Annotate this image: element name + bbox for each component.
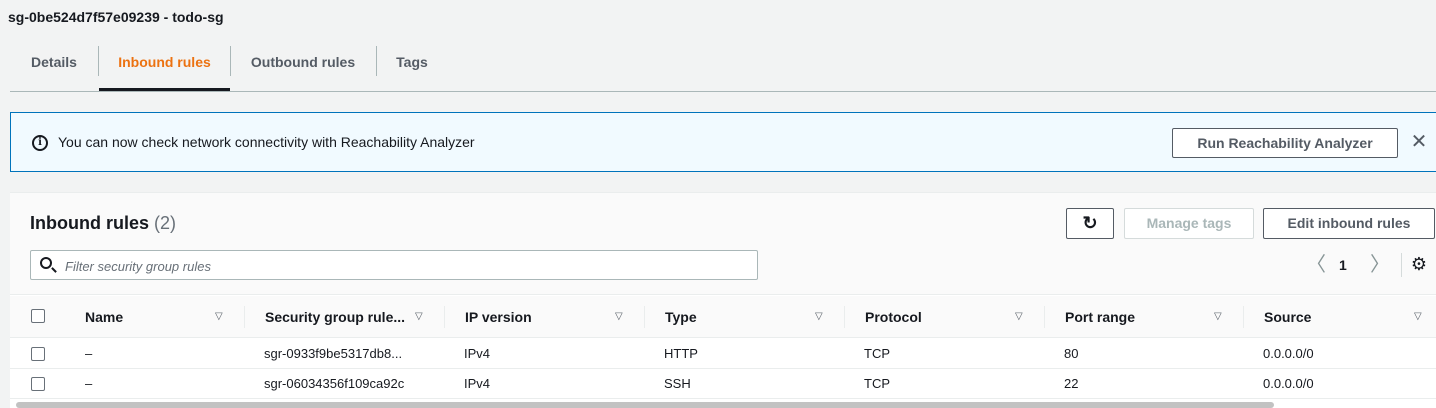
manage-tags-button[interactable]: Manage tags <box>1124 208 1254 239</box>
table-row[interactable]: – sgr-06034356f109ca92c IPv4 SSH TCP 22 … <box>10 369 1436 399</box>
column-header-ip-version[interactable]: IP version <box>465 296 532 338</box>
column-divider <box>1044 306 1045 328</box>
column-header-name[interactable]: Name <box>85 296 123 338</box>
cell-rule-id: sgr-06034356f109ca92c <box>264 376 405 391</box>
column-divider <box>644 306 645 328</box>
info-flash-banner: i You can now check network connectivity… <box>10 112 1436 172</box>
cell-ip-version: IPv4 <box>464 346 491 361</box>
cell-name: – <box>85 346 93 361</box>
refresh-button[interactable]: ↻ <box>1066 208 1114 239</box>
table-header: Name ▽ Security group rule... ▽ IP versi… <box>10 296 1436 338</box>
cell-source: 0.0.0.0/0 <box>1263 346 1314 361</box>
panel-header: Inbound rules (2) ↻ Manage tags Edit inb… <box>10 193 1436 295</box>
panel-title-text: Inbound rules <box>30 213 149 233</box>
tab-bar: Details Inbound rules Outbound rules Tag… <box>10 44 1436 92</box>
pagination-next-icon[interactable]: 〉 <box>1370 251 1390 279</box>
cell-rule-id: sgr-0933f9be5317db8... <box>264 346 403 361</box>
cell-name: – <box>85 376 93 391</box>
row-checkbox[interactable] <box>31 377 45 391</box>
sort-icon[interactable]: ▽ <box>1414 296 1422 338</box>
cell-source: 0.0.0.0/0 <box>1263 376 1314 391</box>
pager-divider <box>1401 253 1402 277</box>
column-divider <box>844 306 845 328</box>
cell-type: HTTP <box>664 346 698 361</box>
cell-ip-version: IPv4 <box>464 376 491 391</box>
column-divider <box>444 306 445 328</box>
rule-count: (2) <box>154 213 177 233</box>
sort-icon[interactable]: ▽ <box>615 296 623 338</box>
tab-tags[interactable]: Tags <box>386 44 438 91</box>
select-all-checkbox[interactable] <box>31 309 45 323</box>
close-icon[interactable]: ✕ <box>1408 129 1430 155</box>
cell-port-range: 80 <box>1064 346 1079 361</box>
tab-inbound-rules[interactable]: Inbound rules <box>99 44 230 91</box>
inbound-rules-panel: Inbound rules (2) ↻ Manage tags Edit inb… <box>10 192 1436 408</box>
search-field[interactable] <box>30 250 758 280</box>
refresh-icon: ↻ <box>1082 213 1098 233</box>
gear-icon[interactable]: ⚙ <box>1410 255 1428 273</box>
search-input[interactable] <box>65 256 745 276</box>
tab-details[interactable]: Details <box>18 44 90 91</box>
edit-inbound-rules-button[interactable]: Edit inbound rules <box>1263 208 1435 239</box>
pagination-current-page[interactable]: 1 <box>1339 251 1347 279</box>
sort-icon[interactable]: ▽ <box>1015 296 1023 338</box>
search-icon <box>40 257 52 269</box>
panel-title: Inbound rules (2) <box>30 213 176 234</box>
info-icon: i <box>32 135 48 151</box>
tab-divider <box>230 46 231 76</box>
tab-divider <box>376 46 377 76</box>
tab-outbound-rules[interactable]: Outbound rules <box>240 44 366 91</box>
horizontal-scrollbar[interactable] <box>16 402 1274 408</box>
column-header-type[interactable]: Type <box>665 296 697 338</box>
sort-icon[interactable]: ▽ <box>415 296 423 338</box>
column-header-rule-id[interactable]: Security group rule... <box>265 296 405 338</box>
row-checkbox[interactable] <box>31 347 45 361</box>
cell-protocol: TCP <box>864 346 890 361</box>
cell-protocol: TCP <box>864 376 890 391</box>
column-divider <box>244 306 245 328</box>
cell-port-range: 22 <box>1064 376 1079 391</box>
column-header-protocol[interactable]: Protocol <box>865 296 922 338</box>
table-row[interactable]: – sgr-0933f9be5317db8... IPv4 HTTP TCP 8… <box>10 339 1436 369</box>
sort-icon[interactable]: ▽ <box>815 296 823 338</box>
cell-type: SSH <box>664 376 691 391</box>
column-header-source[interactable]: Source <box>1264 296 1311 338</box>
pagination-prev-icon[interactable]: 〈 <box>1306 251 1326 279</box>
column-divider <box>1243 306 1244 328</box>
column-header-port-range[interactable]: Port range <box>1065 296 1135 338</box>
run-reachability-analyzer-button[interactable]: Run Reachability Analyzer <box>1172 128 1398 158</box>
page-title: sg-0be524d7f57e09239 - todo-sg <box>8 9 224 25</box>
flash-message: You can now check network connectivity w… <box>58 134 475 150</box>
sort-icon[interactable]: ▽ <box>1214 296 1222 338</box>
sort-icon[interactable]: ▽ <box>215 296 223 338</box>
